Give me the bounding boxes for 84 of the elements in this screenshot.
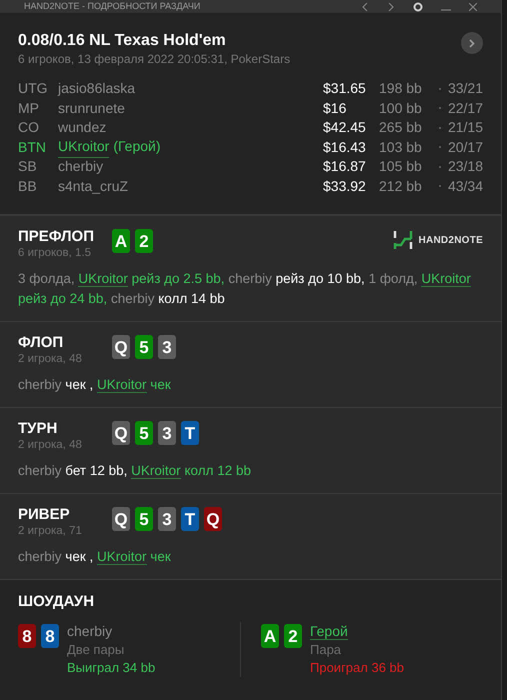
stack-bb: 103 bb (379, 138, 423, 157)
player-link[interactable]: UKroitor (97, 377, 147, 393)
action-log: cherbiy бет 12 bb, UKroitor колл 12 bb (17, 462, 252, 481)
playing-card: Q (112, 507, 130, 531)
position-label: BB (18, 176, 38, 196)
street-info: 6 игроков, 1.5 (18, 246, 92, 261)
stack-bb: 265 bb (379, 118, 423, 138)
player-stats: 22/17 (446, 98, 483, 118)
playing-card: 3 (158, 335, 176, 359)
next-button[interactable] (461, 32, 483, 54)
stack-bb: 212 bb (379, 176, 423, 196)
playing-card: Q (204, 507, 222, 531)
player-name: jasio86laska (58, 79, 136, 98)
position-label: MP (18, 98, 40, 118)
player-name: s4nta_cruZ (58, 176, 128, 196)
settings-icon[interactable] (413, 2, 423, 12)
window-title: HAND2NOTE - ПОДРОБНОСТИ РАЗДАЧИ (24, 2, 200, 11)
player-name: cherbiy (67, 623, 112, 639)
stack-bb: 100 bb (379, 98, 423, 118)
hand-result: Выиграл 34 bb (67, 659, 156, 677)
action-log: cherbiy чек , UKroitor чек (17, 376, 172, 395)
stack-amount: $16.43 (323, 138, 367, 157)
street-title: ФЛОП (18, 334, 64, 352)
playing-card: A (261, 624, 279, 648)
hand-combination: Две пары (67, 641, 126, 659)
showdown-title: ШОУДАУН (18, 592, 96, 612)
position-label: UTG (18, 79, 49, 98)
position-label: SB (18, 157, 38, 176)
action-log: cherbiy чек , UKroitor чек (17, 548, 172, 567)
stack-amount: $33.92 (323, 176, 367, 196)
player-link[interactable]: UKroitor (421, 271, 471, 287)
close-icon[interactable] (469, 2, 477, 10)
back-icon[interactable] (361, 2, 369, 10)
player-stats: 43/34 (446, 176, 483, 196)
stack-amount: $31.65 (323, 79, 367, 98)
player-link[interactable]: UKroitor (131, 463, 181, 479)
player-name: cherbiy (58, 157, 104, 176)
position-label: CO (18, 118, 40, 138)
player-name[interactable]: Герой (310, 623, 348, 640)
hand-result: Проиграл 36 bb (310, 659, 404, 677)
stack-bb: 105 bb (379, 157, 423, 176)
playing-card: 8 (41, 624, 59, 648)
stack-amount: $42.45 (323, 118, 367, 138)
playing-card: Q (112, 421, 130, 445)
position-label: BTN (18, 138, 47, 157)
stack-amount: $16 (323, 98, 348, 118)
forward-icon[interactable] (387, 2, 395, 10)
player-stats: 23/18 (446, 157, 483, 176)
hand-combination: Пара (310, 641, 342, 659)
street-title: РИВЕР (18, 506, 71, 524)
player-link[interactable]: UKroitor (97, 549, 147, 565)
stack-bb: 198 bb (379, 79, 423, 98)
playing-card: 2 (284, 624, 302, 648)
player-name: wundez (58, 118, 106, 138)
playing-card: 5 (135, 421, 153, 445)
street-info: 2 игрока, 48 (18, 438, 83, 453)
hero-tag: (Герой) (113, 136, 161, 158)
playing-card: A (112, 229, 130, 253)
player-stats: 21/15 (446, 118, 483, 138)
player-name[interactable]: UKroitor (58, 136, 110, 158)
logo-icon (392, 230, 413, 250)
street-info: 2 игрока, 48 (18, 352, 83, 367)
playing-card: T (181, 507, 199, 531)
chevron-right-icon (469, 38, 475, 48)
player-link[interactable]: UKroitor (78, 271, 128, 287)
action-log: 3 фолда, UKroitor рейз до 2.5 bb, cherbiy рейз до 10 bb, 1 фолд, UKroitor рейз до 24 bb, cherbiy колл 14 bb (17, 270, 472, 308)
playing-card: 2 (135, 229, 153, 253)
player-name: srunrunete (58, 98, 125, 118)
playing-card: Q (112, 335, 130, 359)
playing-card: 8 (18, 624, 36, 648)
street-title: ТУРН (18, 420, 58, 438)
playing-card: 3 (158, 507, 176, 531)
hand-title: 0.08/0.16 NL Texas Hold'em (18, 31, 227, 51)
logo-text: HAND2NOTE (418, 234, 483, 248)
playing-card: 5 (135, 507, 153, 531)
street-info: 2 игрока, 71 (18, 524, 83, 539)
player-stats: 33/21 (446, 79, 483, 98)
street-title: ПРЕФЛОП (18, 228, 95, 246)
playing-card: T (181, 421, 199, 445)
hand-subtitle: 6 игроков, 13 февраля 2022 20:05:31, PokerStars (18, 51, 290, 67)
playing-card: 3 (158, 421, 176, 445)
player-stats: 20/17 (446, 138, 483, 157)
stack-amount: $16.87 (323, 157, 367, 176)
playing-card: 5 (135, 335, 153, 359)
